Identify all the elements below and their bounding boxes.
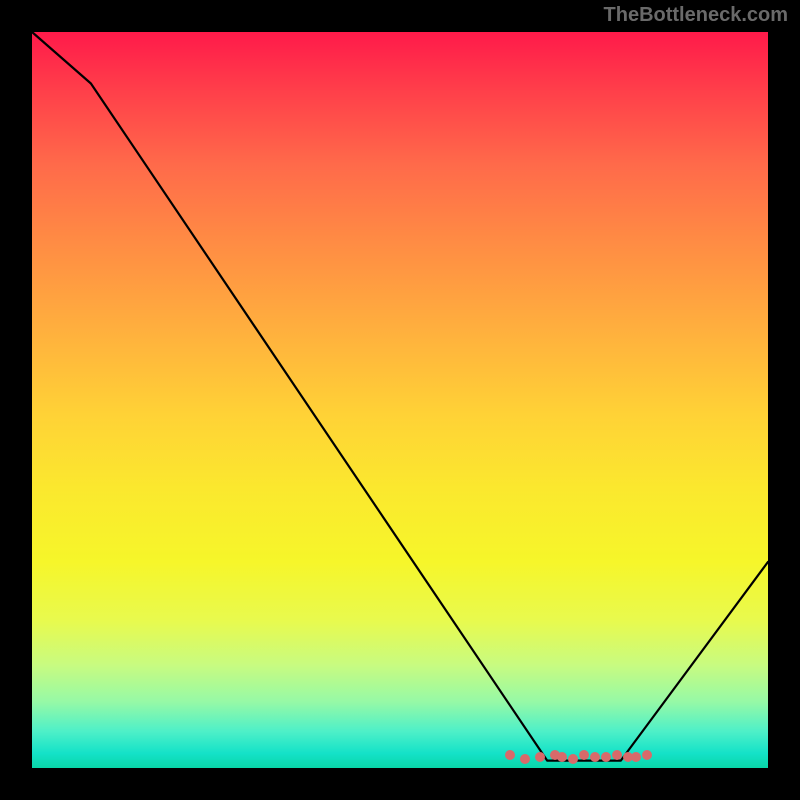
curve-marker	[520, 754, 530, 764]
curve-marker	[579, 750, 589, 760]
curve-marker	[642, 750, 652, 760]
curve-marker	[568, 754, 578, 764]
line-chart-curve	[32, 32, 768, 768]
curve-marker	[505, 750, 515, 760]
curve-marker	[590, 752, 600, 762]
curve-path	[32, 32, 768, 761]
curve-marker	[601, 752, 611, 762]
curve-marker	[557, 752, 567, 762]
watermark-text: TheBottleneck.com	[604, 4, 788, 27]
curve-marker	[535, 752, 545, 762]
chart-plot-area	[32, 32, 768, 768]
curve-marker	[631, 752, 641, 762]
curve-marker	[612, 750, 622, 760]
